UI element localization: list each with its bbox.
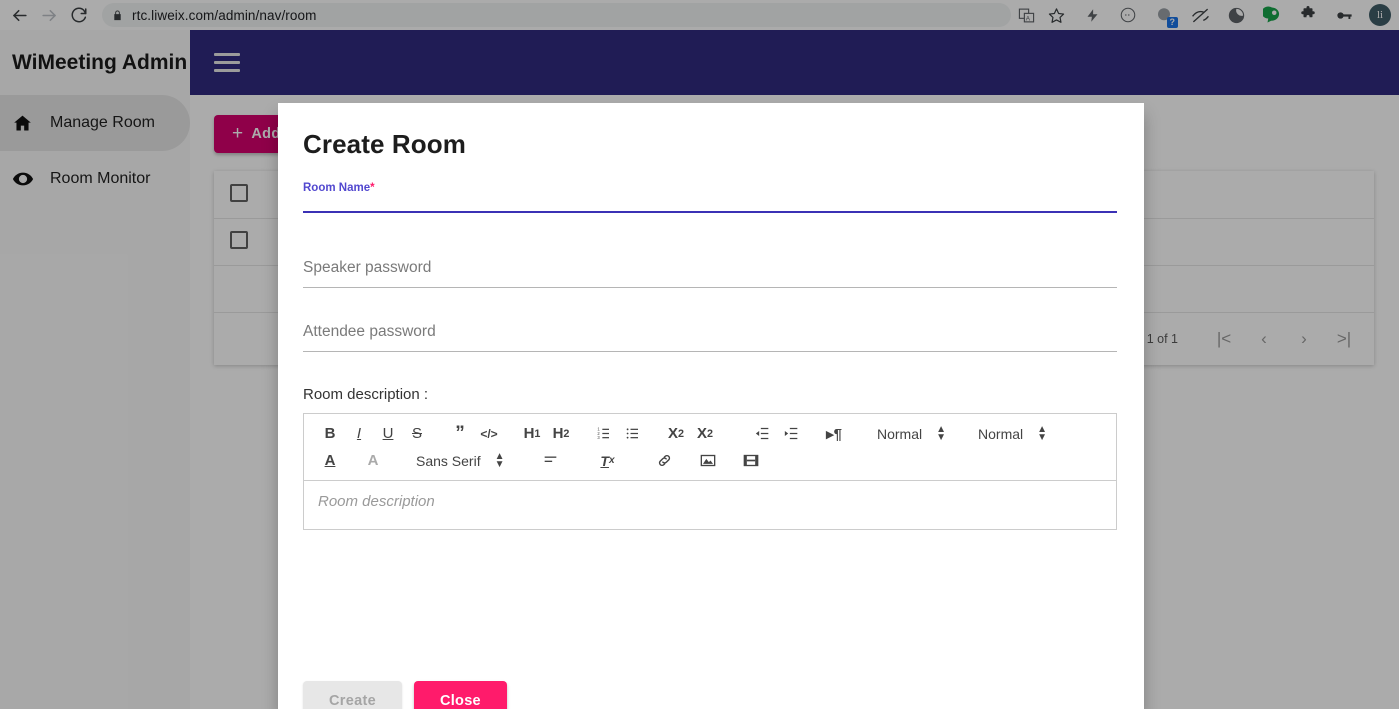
text-direction-icon[interactable]: ▸¶ xyxy=(820,422,848,446)
chevron-updown-icon: ▲ ▼ xyxy=(494,450,505,470)
underline-icon[interactable]: U xyxy=(374,422,402,446)
screen: rtc.liweix.com/admin/nav/room A ? li WiM… xyxy=(0,0,1399,709)
strike-icon[interactable]: S xyxy=(403,422,431,446)
chevron-updown-icon: ▲ ▼ xyxy=(936,423,947,443)
italic-icon[interactable]: I xyxy=(345,422,373,446)
attendee-password-field[interactable]: Attendee password xyxy=(303,323,1119,352)
close-button[interactable]: Close xyxy=(413,681,507,709)
create-button[interactable]: Create xyxy=(303,681,402,709)
editor-toolbar: B I U S ” </> H1 H2 123 X 2 X 2 ▸¶ Norma… xyxy=(304,414,1116,481)
create-room-dialog: Create Room Room Name* Speaker password … xyxy=(278,103,1144,709)
header-2-icon[interactable]: H2 xyxy=(547,422,575,446)
blockquote-icon[interactable]: ” xyxy=(446,422,474,446)
ordered-list-icon[interactable]: 123 xyxy=(590,422,618,446)
room-name-underline xyxy=(303,211,1117,213)
outdent-icon[interactable] xyxy=(748,422,776,446)
image-icon[interactable] xyxy=(694,449,722,473)
attendee-password-underline xyxy=(303,351,1117,352)
speaker-password-underline xyxy=(303,287,1117,288)
superscript-icon[interactable]: X2 xyxy=(691,422,719,446)
room-name-label-text: Room Name xyxy=(303,182,371,194)
bold-icon[interactable]: B xyxy=(316,422,344,446)
header-select-value: Normal xyxy=(978,425,1024,442)
font-select[interactable]: Sans Serif ▲ ▼ xyxy=(416,449,505,473)
font-select-value: Sans Serif xyxy=(416,452,481,469)
header-1-icon[interactable]: H1 xyxy=(518,422,546,446)
required-marker: * xyxy=(370,182,375,194)
code-block-icon[interactable]: </> xyxy=(475,422,503,446)
link-icon[interactable] xyxy=(651,449,679,473)
rich-text-editor: B I U S ” </> H1 H2 123 X 2 X 2 ▸¶ Norma… xyxy=(303,413,1117,530)
font-color-icon[interactable]: A xyxy=(316,449,344,473)
svg-text:3: 3 xyxy=(597,435,600,440)
bullet-list-icon[interactable] xyxy=(619,422,647,446)
indent-icon[interactable] xyxy=(777,422,805,446)
room-name-label: Room Name* xyxy=(303,182,1119,194)
speaker-password-placeholder: Speaker password xyxy=(303,259,432,276)
dialog-title: Create Room xyxy=(303,129,466,159)
align-icon[interactable] xyxy=(537,449,565,473)
size-select-value: Normal xyxy=(877,425,923,442)
clear-format-icon[interactable]: Tx xyxy=(594,449,622,473)
background-color-icon[interactable]: A xyxy=(359,449,387,473)
subscript-icon[interactable]: X2 xyxy=(662,422,690,446)
room-name-field[interactable]: Room Name* xyxy=(303,182,1119,213)
room-description-label: Room description : xyxy=(303,386,429,403)
size-select[interactable]: Normal ▲ ▼ xyxy=(877,422,946,446)
dialog-actions: Create Close xyxy=(303,681,507,709)
video-icon[interactable] xyxy=(737,449,765,473)
speaker-password-field[interactable]: Speaker password xyxy=(303,259,1119,288)
editor-toolbar-row-1: B I U S ” </> H1 H2 123 X 2 X 2 ▸¶ Norma… xyxy=(316,420,1108,447)
attendee-password-placeholder: Attendee password xyxy=(303,323,436,340)
chevron-updown-icon: ▲ ▼ xyxy=(1037,423,1048,443)
editor-content[interactable]: Room description xyxy=(304,481,1116,529)
editor-toolbar-row-2: A A Sans Serif ▲ ▼ Tx xyxy=(316,447,1108,474)
header-select[interactable]: Normal ▲ ▼ xyxy=(978,422,1047,446)
